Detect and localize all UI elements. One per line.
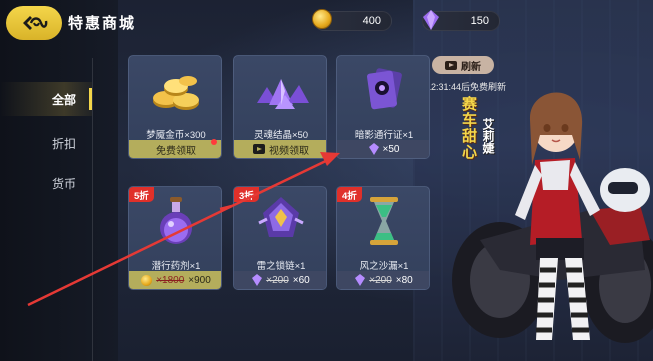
header: 特惠商城 400 150: [0, 0, 653, 44]
card-name: 暗影通行证×1: [354, 130, 414, 141]
old-price: ×200: [266, 274, 289, 286]
back-button[interactable]: [6, 6, 62, 40]
wind-hourglass-art: [337, 187, 429, 255]
card-name: 灵魂结晶×50: [253, 130, 309, 141]
refresh-label: 刷新: [461, 61, 481, 73]
purple-gem-icon: [422, 10, 440, 30]
price-label: 免费领取: [156, 145, 196, 157]
card-name: 梦魇金币×300: [146, 130, 206, 141]
promo-character-name: 艾莉婕: [481, 118, 495, 154]
video-icon: [445, 60, 457, 70]
card-name: 雷之锁链×1: [256, 261, 306, 272]
gold-coin-icon: [312, 9, 332, 29]
card-name: 风之沙漏×1: [359, 261, 409, 272]
sidebar-item-label: 货币: [52, 176, 77, 191]
sidebar-item-all[interactable]: 全部: [0, 82, 92, 116]
back-logo-icon: [19, 13, 49, 33]
refresh-countdown: 12:31:44后免费刷新: [426, 82, 507, 92]
sidebar-item-currency[interactable]: 货币: [0, 166, 92, 200]
claim-free-button[interactable]: 免费领取: [129, 140, 221, 158]
claim-video-button[interactable]: 视频领取: [234, 140, 326, 158]
stealth-potion-art: [129, 187, 221, 255]
gold-coins-art: [129, 56, 221, 124]
shop-card-shadow-pass[interactable]: 暗影通行证×1 ×50: [336, 55, 430, 159]
buy-gem-button[interactable]: ×50: [337, 140, 429, 158]
price-label: 视频领取: [269, 145, 309, 157]
price-label: ×80: [395, 274, 413, 286]
shop-card-thunder-chain[interactable]: 3折 雷之锁链×1 ×200 ×60: [233, 186, 327, 290]
sidebar-item-label: 折扣: [52, 136, 77, 151]
soul-crystal-art: [234, 56, 326, 124]
notification-dot: [211, 139, 217, 145]
purple-gem-icon: [252, 274, 263, 286]
page-title: 特惠商城: [68, 15, 137, 32]
promo-title: 赛车甜心: [460, 96, 477, 160]
sidebar-item-discount[interactable]: 折扣: [0, 126, 92, 160]
sidebar-divider: [92, 58, 93, 361]
shadow-pass-art: [337, 56, 429, 124]
buy-gem-button[interactable]: ×200 ×80: [337, 271, 429, 289]
price-label: ×60: [292, 274, 310, 286]
gold-coin-icon: [141, 274, 153, 286]
price-label: ×900: [188, 274, 211, 286]
refresh-button[interactable]: 刷新: [432, 56, 494, 74]
old-price: ×200: [369, 274, 392, 286]
card-name: 潜行药剂×1: [151, 261, 201, 272]
sidebar-item-label: 全部: [52, 92, 77, 107]
buy-coin-button[interactable]: ×1800 ×900: [129, 271, 221, 289]
purple-gem-icon: [368, 143, 379, 155]
gold-currency[interactable]: 400: [312, 9, 392, 32]
price-label: ×50: [382, 143, 400, 155]
video-icon: [253, 144, 265, 154]
old-price: ×1800: [156, 274, 185, 286]
shop-card-stealth-potion[interactable]: 5折 潜行药剂×1 ×1800 ×900: [128, 186, 222, 290]
gem-currency[interactable]: 150: [422, 10, 500, 32]
buy-gem-button[interactable]: ×200 ×60: [234, 271, 326, 289]
purple-gem-icon: [355, 274, 366, 286]
shop-card-soul-crystal[interactable]: 灵魂结晶×50 视频领取: [233, 55, 327, 159]
shop-card-wind-hourglass[interactable]: 4折 风之沙漏×1 ×200 ×80: [336, 186, 430, 290]
shop-card-gold-coins[interactable]: 梦魇金币×300 免费领取: [128, 55, 222, 159]
thunder-chain-art: [234, 187, 326, 255]
